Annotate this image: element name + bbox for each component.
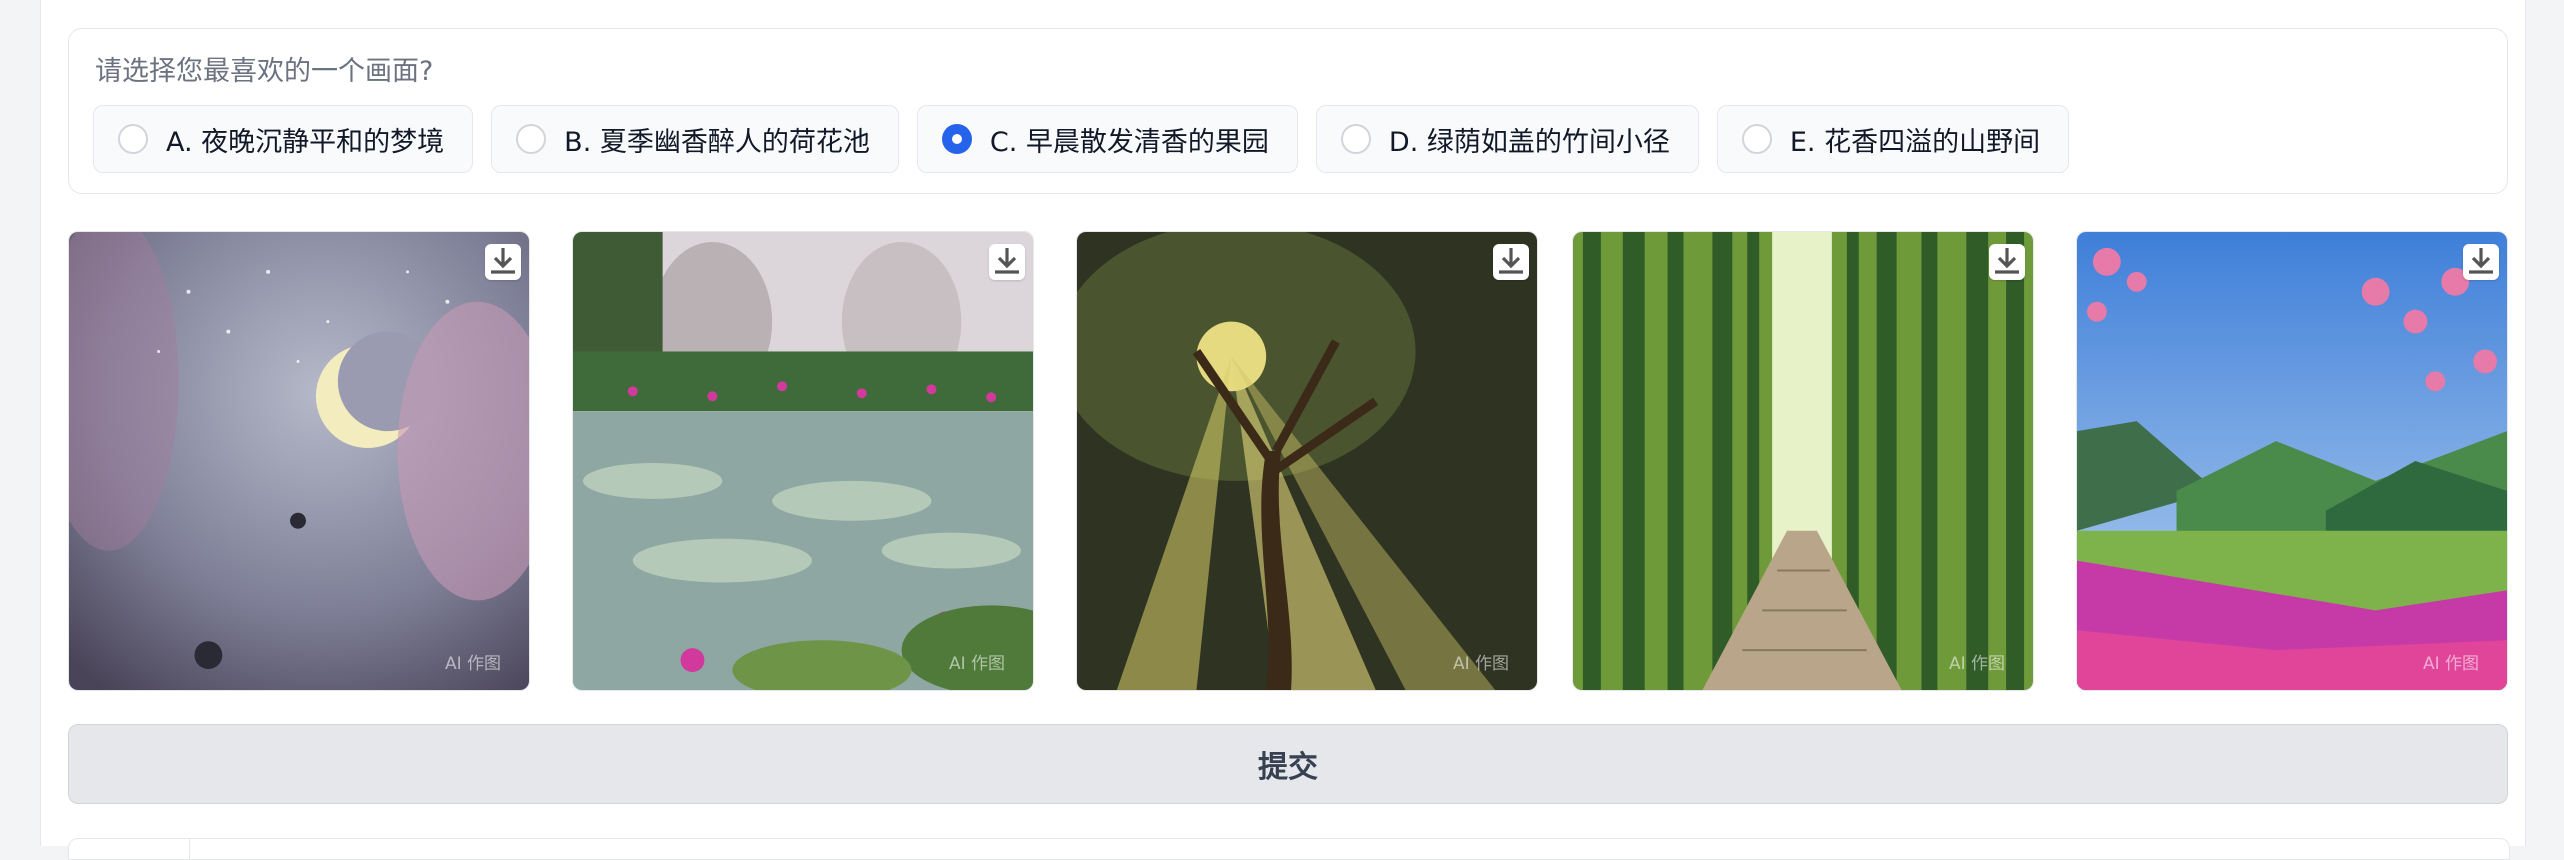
option-label: D. 绿荫如盖的竹间小径 xyxy=(1388,126,1670,158)
question-block: 请选择您最喜欢的一个画面? A. 夜晚沉静平和的梦境 B. 夏季幽香醉人的荷花池… xyxy=(68,28,2508,194)
option-d[interactable]: D. 绿荫如盖的竹间小径 xyxy=(1315,105,1699,173)
gallery-image-moon[interactable]: AI 作图 xyxy=(68,231,530,691)
radio-icon[interactable] xyxy=(516,124,547,154)
download-icon[interactable] xyxy=(485,244,521,280)
radio-icon[interactable] xyxy=(118,124,148,154)
gallery-image-bamboo[interactable]: AI 作图 xyxy=(1572,231,2034,691)
watermark: AI 作图 xyxy=(1948,654,2005,674)
next-section xyxy=(68,838,2510,860)
gallery-image-lotus[interactable]: AI 作图 xyxy=(572,231,1034,691)
question-title: 请选择您最喜欢的一个画面? xyxy=(95,56,434,87)
option-label: E. 花香四溢的山野间 xyxy=(1789,126,2041,158)
moon-night-image xyxy=(69,232,529,690)
radio-icon[interactable] xyxy=(1340,124,1371,154)
option-b[interactable]: B. 夏季幽香醉人的荷花池 xyxy=(491,105,899,173)
lotus-pond-image xyxy=(573,232,1033,690)
gallery-image-mountain[interactable]: AI 作图 xyxy=(2076,231,2508,691)
option-a[interactable]: A. 夜晚沉静平和的梦境 xyxy=(93,105,474,173)
download-icon[interactable] xyxy=(989,244,1025,280)
option-label: B. 夏季幽香醉人的荷花池 xyxy=(564,126,870,158)
watermark: AI 作图 xyxy=(444,654,501,674)
radio-checked-icon[interactable] xyxy=(941,124,972,154)
watermark: AI 作图 xyxy=(948,654,1005,674)
gallery-image-orchard[interactable]: AI 作图 xyxy=(1076,231,1538,691)
watermark: AI 作图 xyxy=(2422,654,2479,674)
download-icon[interactable] xyxy=(1493,244,1529,280)
bamboo-path-image xyxy=(1573,232,2033,690)
download-icon[interactable] xyxy=(1989,244,2025,280)
radio-icon[interactable] xyxy=(1741,124,1772,154)
watermark: AI 作图 xyxy=(1452,654,1509,674)
option-c[interactable]: C. 早晨散发清香的果园 xyxy=(916,105,1298,173)
option-e[interactable]: E. 花香四溢的山野间 xyxy=(1716,105,2070,173)
option-label: C. 早晨散发清香的果园 xyxy=(989,126,1269,158)
submit-button[interactable]: 提交 xyxy=(68,724,2508,804)
option-label: A. 夜晚沉静平和的梦境 xyxy=(166,126,445,158)
download-icon[interactable] xyxy=(2463,244,2499,280)
radio-group: A. 夜晚沉静平和的梦境 B. 夏季幽香醉人的荷花池 C. 早晨散发清香的果园 … xyxy=(93,105,2070,173)
orchard-tree-image xyxy=(1077,232,1537,690)
image-gallery: AI 作图 AI 作图 AI 作图 AI 作图 AI 作图 xyxy=(68,231,2508,691)
flower-mountain-image xyxy=(2077,232,2507,690)
